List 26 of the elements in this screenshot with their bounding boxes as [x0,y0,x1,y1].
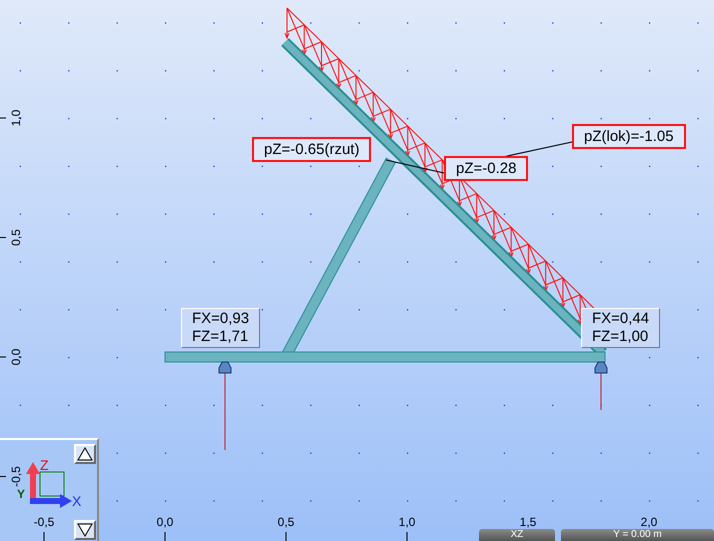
axis-label: 0,0 [9,348,23,366]
support-icon [594,362,608,410]
up-triangle-icon [77,447,93,461]
axis-label: 1,0 [9,110,23,126]
axis-label: 2,0 [640,515,658,529]
axis-label: -0,5 [34,515,54,529]
down-triangle-icon [77,523,93,537]
load-label: pZ=-0.28 [444,156,528,181]
reaction-value: FZ=1,71 [192,328,250,346]
axis-label: 1,5 [520,515,536,529]
reaction-value: FX=0,93 [192,310,250,328]
view-button[interactable]: Y = 0.00 m [561,529,714,541]
view-button[interactable]: XZ [479,529,555,541]
reaction-value: FZ=1,00 [592,328,650,346]
scroll-up-button[interactable] [74,444,96,464]
axis-label: 1,0 [398,515,416,529]
axis-label: 0,5 [9,229,23,246]
scroll-down-button[interactable] [74,520,96,540]
reaction-value: FX=0,44 [592,310,650,328]
support-icon [218,362,232,450]
axis-label: 0,0 [156,515,174,529]
axis-label: -0,5 [9,466,23,487]
load-label: pZ=-0.65(rzut) [252,137,372,162]
leader-line [386,160,444,174]
axis-label: 0,5 [278,515,294,529]
load-label: pZ(lok)=-1.05 [572,124,686,149]
